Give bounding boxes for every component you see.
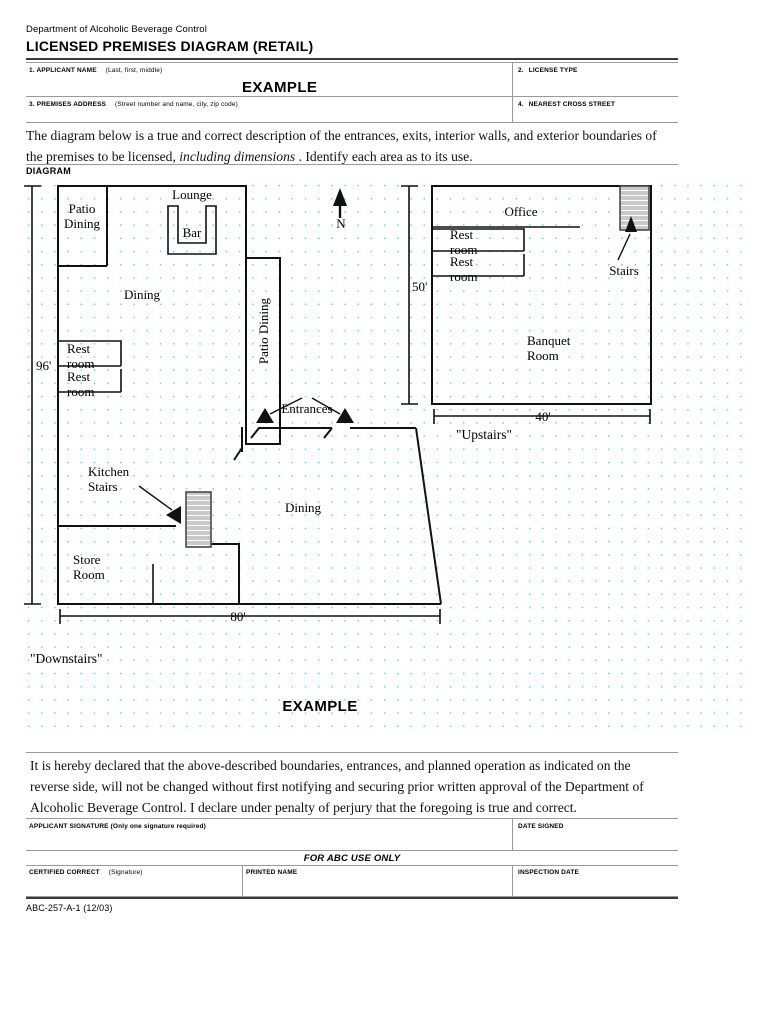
divider-abc-col1 [242, 865, 243, 896]
room-label-banquet-room: Banquet Room [527, 333, 571, 363]
room-label-kitchen-stairs: Kitchen Stairs [88, 464, 130, 494]
divider-sig-col [512, 818, 513, 850]
room-label-patio-dining-left: Patio Dining [63, 201, 101, 231]
premises-diagram: Patio Dining Lounge Bar Dining Rest room… [20, 176, 750, 736]
diagram-example-label: EXAMPLE [282, 698, 358, 715]
divider-abc-top [26, 865, 678, 866]
diagram-heading: DIAGRAM [26, 166, 72, 176]
divider-declaration-top [26, 752, 678, 753]
divider-top [26, 58, 678, 60]
date-signed-label: DATE SIGNED [518, 823, 564, 830]
room-label-entrances: Entrances [281, 401, 333, 416]
declaration-line2: reverse side, will not be changed withou… [30, 779, 644, 794]
divider-footer [26, 897, 678, 899]
room-label-upstairs-restroom-1: Rest room [450, 227, 478, 257]
upstairs-caption: "Upstairs" [456, 427, 513, 442]
abc-use-only-banner: FOR ABC USE ONLY [303, 853, 401, 864]
applicant-name-value[interactable]: EXAMPLE [242, 79, 317, 96]
divider-abc-col2 [512, 865, 513, 896]
premises-address-label: 3. PREMISES ADDRESS (Street number and n… [29, 101, 238, 108]
nearest-cross-street-label: 4. NEAREST CROSS STREET [518, 101, 616, 108]
downstairs-caption: "Downstairs" [30, 651, 103, 666]
form-code: ABC-257-A-1 (12/03) [26, 903, 113, 913]
room-label-office: Office [504, 204, 538, 219]
dimension-40ft: 40' [535, 409, 551, 424]
dimension-80ft: 80' [230, 609, 246, 624]
divider-sig-top [26, 818, 678, 819]
room-label-upstairs-restroom-2: Rest room [450, 254, 478, 284]
room-label-store-room: Store Room [73, 552, 105, 582]
room-label-stairs: Stairs [609, 263, 639, 278]
room-label-patio-dining-right: Patio Dining [256, 298, 271, 365]
dimension-96ft: 96' [36, 358, 52, 373]
divider-top-hair [26, 62, 678, 63]
dimension-50ft: 50' [412, 279, 428, 294]
license-type-label: 2. LICENSE TYPE [518, 67, 578, 74]
department-name: Department of Alcoholic Beverage Control [26, 24, 207, 35]
declaration-line3: Alcoholic Beverage Control. I declare un… [30, 800, 577, 815]
page-title: LICENSED PREMISES DIAGRAM (RETAIL) [26, 38, 314, 54]
divider-sig-bottom [26, 850, 678, 851]
applicant-signature-label: APPLICANT SIGNATURE (Only one signature … [29, 823, 206, 830]
applicant-name-label: 1. APPLICANT NAME (Last, first, middle) [29, 67, 163, 74]
room-label-dining-lower: Dining [284, 500, 322, 515]
printed-name-label: PRINTED NAME [246, 869, 298, 876]
room-label-bar: Bar [182, 225, 202, 240]
divider-diagram-top [26, 164, 678, 165]
room-label-lounge: Lounge [172, 187, 212, 202]
divider-col [512, 62, 513, 122]
room-label-restroom-1: Rest room [67, 341, 95, 371]
certified-correct-label: CERTIFIED CORRECT (Signature) [29, 869, 143, 876]
diagram-lines [24, 185, 652, 624]
declaration-line1: It is hereby declared that the above-des… [30, 758, 631, 773]
room-label-restroom-2: Rest room [67, 369, 95, 399]
north-label: N [336, 216, 346, 231]
inspection-date-label: INSPECTION DATE [518, 869, 579, 876]
room-label-dining-upper: Dining [123, 287, 161, 302]
form-page: Department of Alcoholic Beverage Control… [0, 0, 770, 1024]
divider-row2 [26, 122, 678, 123]
divider-row1 [26, 96, 678, 97]
instructions-line1: The diagram below is a true and correct … [26, 128, 657, 143]
